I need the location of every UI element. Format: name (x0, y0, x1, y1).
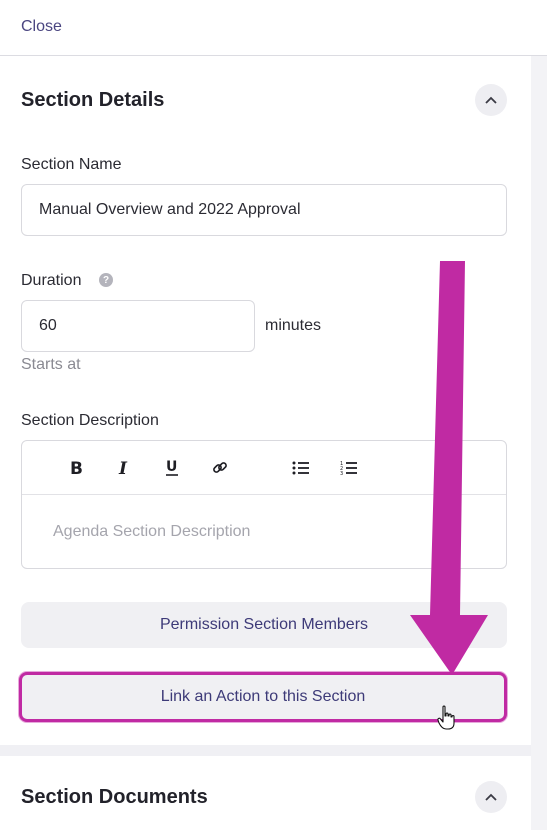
bullet-list-icon[interactable] (290, 457, 312, 479)
hand-cursor-icon (437, 705, 455, 730)
scrollbar-track[interactable] (531, 56, 547, 830)
link-icon[interactable] (209, 457, 231, 479)
duration-value: 60 (39, 317, 57, 334)
duration-input[interactable]: 60 (21, 300, 255, 352)
svg-text:I: I (118, 459, 128, 477)
annotation-arrow-icon (410, 261, 488, 675)
chevron-up-icon (485, 96, 497, 104)
collapse-section-details-button[interactable] (475, 84, 507, 116)
svg-text:U: U (166, 459, 177, 475)
numbered-list-icon[interactable]: 1 2 3 (338, 457, 360, 479)
bold-icon[interactable]: B (65, 457, 87, 479)
starts-at-label: Starts at (21, 356, 81, 373)
duration-label: Duration (21, 272, 82, 289)
editor-placeholder: Agenda Section Description (53, 523, 251, 540)
svg-text:B: B (70, 459, 83, 477)
duration-unit: minutes (265, 317, 322, 334)
section-divider (0, 745, 531, 756)
panel-header: Close (0, 0, 547, 56)
collapse-section-documents-button[interactable] (475, 781, 507, 813)
svg-text:3: 3 (340, 471, 343, 476)
section-details-title: Section Details (21, 89, 165, 111)
section-documents-title: Section Documents (21, 786, 208, 808)
section-description-label: Section Description (21, 412, 159, 429)
underline-icon[interactable]: U (161, 457, 183, 479)
section-name-input[interactable]: Manual Overview and 2022 Approval (21, 184, 507, 236)
close-link[interactable]: Close (21, 18, 62, 36)
section-name-value: Manual Overview and 2022 Approval (39, 201, 301, 218)
help-icon[interactable]: ? (99, 273, 113, 287)
section-name-label: Section Name (21, 156, 122, 173)
chevron-up-icon (485, 793, 497, 801)
italic-icon[interactable]: I (113, 457, 135, 479)
